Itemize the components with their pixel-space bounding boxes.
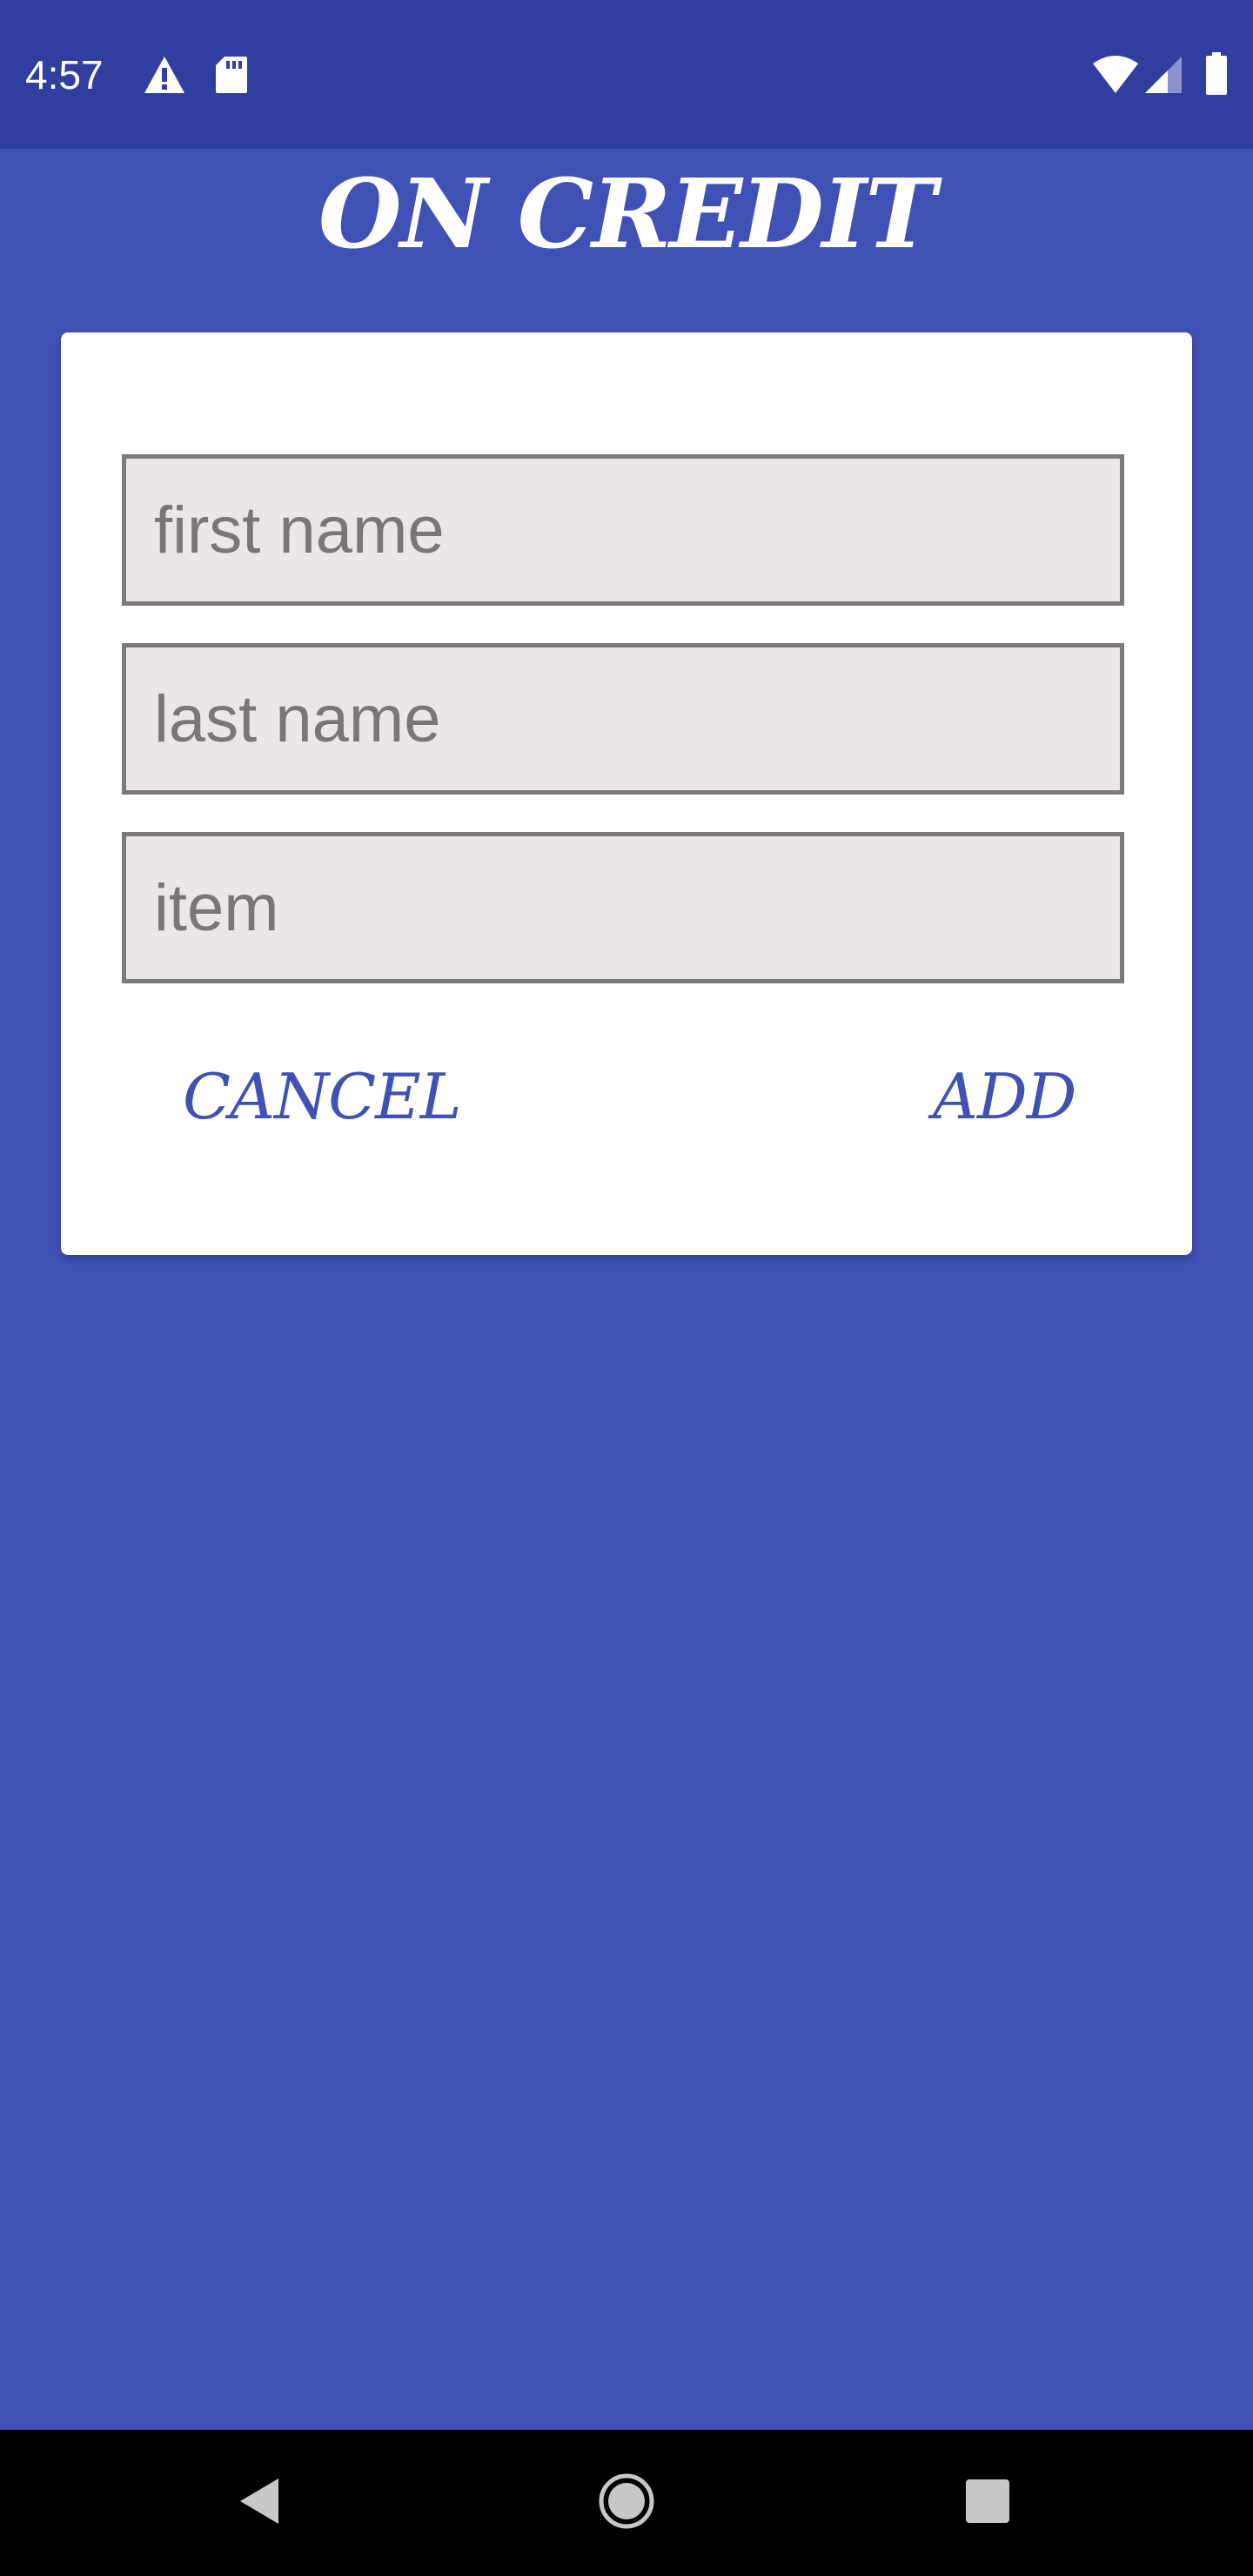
last-name-field[interactable]	[122, 643, 1124, 795]
add-button[interactable]: ADD	[933, 1049, 1076, 1144]
alert-icon	[143, 55, 186, 99]
home-button[interactable]	[583, 2459, 670, 2546]
first-name-field[interactable]	[122, 454, 1124, 606]
cell-signal-icon	[1143, 55, 1183, 99]
battery-icon	[1204, 52, 1229, 100]
page-title: ON CREDIT	[318, 158, 936, 270]
sd-card-icon	[214, 55, 249, 99]
home-icon	[598, 2472, 655, 2534]
recents-button[interactable]	[944, 2459, 1031, 2546]
back-icon	[235, 2475, 287, 2532]
status-time: 4:57	[25, 52, 104, 97]
recents-icon	[964, 2478, 1011, 2529]
last-name-input[interactable]	[126, 647, 1120, 790]
navigation-bar	[0, 2430, 1253, 2576]
first-name-input[interactable]	[126, 459, 1120, 601]
item-input[interactable]	[126, 836, 1120, 979]
back-button[interactable]	[218, 2459, 305, 2546]
cancel-button[interactable]: CANCEL	[183, 1049, 462, 1144]
status-bar: 4:57	[0, 0, 1253, 149]
wifi-icon	[1091, 55, 1140, 99]
item-field[interactable]	[122, 832, 1124, 983]
